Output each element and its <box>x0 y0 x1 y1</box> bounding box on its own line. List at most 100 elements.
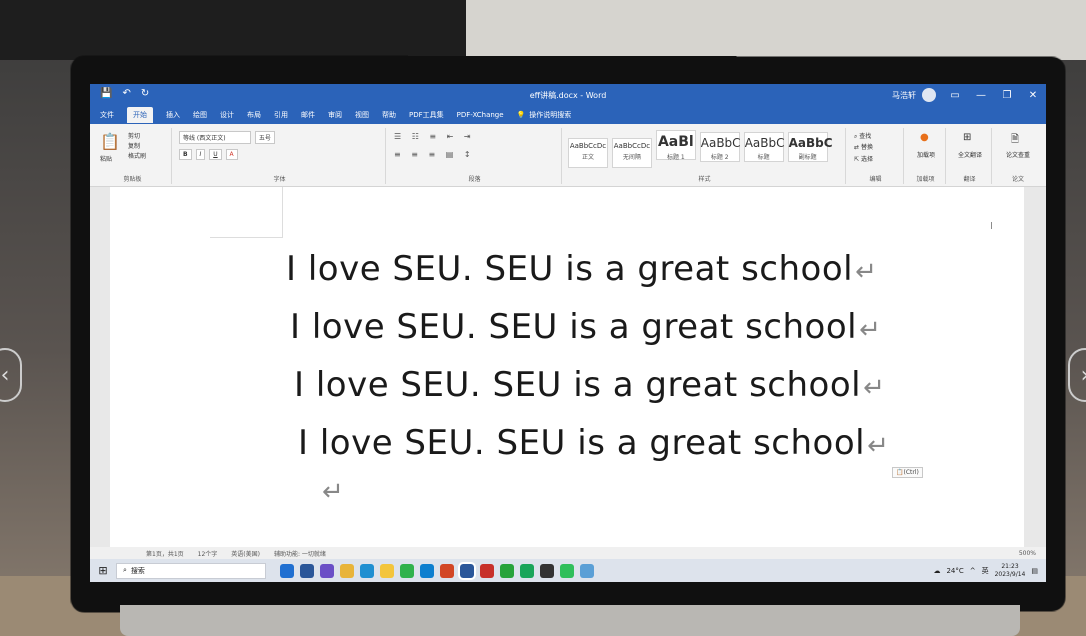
word-count[interactable]: 12个字 <box>198 549 218 558</box>
tab-help[interactable]: 帮助 <box>382 110 396 120</box>
next-arrow-icon[interactable]: › <box>1068 348 1086 402</box>
prev-arrow-icon[interactable]: ‹ <box>0 348 22 402</box>
font-color-icon[interactable]: A <box>225 149 238 160</box>
style-no-spacing[interactable]: AaBbCcDc 无间隔 <box>611 138 652 168</box>
tab-design[interactable]: 设计 <box>220 110 234 120</box>
search-icon: ⌕ <box>123 566 127 574</box>
edge-icon[interactable] <box>360 563 374 578</box>
user-name[interactable]: 马浩轩 <box>892 90 916 101</box>
laptop-base <box>120 605 1020 636</box>
underline-button[interactable]: U <box>209 149 222 160</box>
app-icon[interactable] <box>500 563 514 578</box>
app-icon[interactable] <box>420 563 434 578</box>
document-paragraph[interactable]: I love SEU. SEU is a great school↵ <box>294 365 885 405</box>
wechat-icon[interactable] <box>520 563 534 578</box>
copy-button[interactable]: 复制 <box>128 141 140 150</box>
accessibility-status[interactable]: 辅助功能: 一切就绪 <box>274 549 326 558</box>
tab-view[interactable]: 视图 <box>355 110 369 120</box>
style-heading-2[interactable]: AaBbC 标题 2 <box>699 132 741 162</box>
style-title[interactable]: AaBbC 标题 <box>743 132 784 162</box>
zoom-level[interactable]: 500% <box>1019 550 1036 557</box>
restore-icon[interactable]: ❐ <box>994 84 1020 106</box>
find-button[interactable]: ⌕ 查找 <box>854 131 871 141</box>
minimize-icon[interactable]: — <box>968 84 994 106</box>
bold-button[interactable]: B <box>179 149 192 160</box>
addins-button[interactable]: 加载项 <box>910 150 942 159</box>
document-paragraph[interactable]: I love SEU. SEU is a great school↵ <box>298 423 889 463</box>
settings-icon[interactable] <box>340 563 354 578</box>
italic-button[interactable]: I <box>195 149 206 160</box>
task-view-icon[interactable] <box>280 563 294 578</box>
cut-button[interactable]: 剪切 <box>128 131 140 140</box>
avatar[interactable] <box>922 88 936 102</box>
paste-options-button[interactable]: 📋(Ctrl) <box>892 467 923 478</box>
tab-review[interactable]: 审阅 <box>328 110 342 120</box>
font-label: 字体 <box>273 176 286 183</box>
tab-pdf-xchange[interactable]: PDF-XChange <box>457 111 504 119</box>
system-tray: ☁ 24°C ^ 英 21:23 2023/9/14 ▤ <box>933 563 1038 579</box>
paragraph-group: ☰ ☷ ≡ ⇤ ⇥ ≡ ≡ ≡ ▤ ↕ 段落 <box>388 128 562 184</box>
style-heading-1[interactable]: AaBl 标题 1 <box>655 130 696 161</box>
status-bar: 第1页，共1页 12个字 英语(美国) 辅助功能: 一切就绪 500% <box>90 547 1046 559</box>
language-indicator[interactable]: 英语(美国) <box>231 549 260 558</box>
taskbar-search[interactable]: ⌕ 搜索 <box>116 562 266 579</box>
page-count[interactable]: 第1页，共1页 <box>146 549 184 558</box>
paper-check-button[interactable]: 论文查重 <box>998 150 1038 159</box>
app-icon[interactable] <box>580 563 594 578</box>
search-icon: ⌕ <box>854 133 858 140</box>
tab-home[interactable]: 开始 <box>127 107 153 123</box>
tab-mailings[interactable]: 邮件 <box>301 110 315 120</box>
addins-group: ● 加载项 加载项 <box>906 128 946 184</box>
translate-button[interactable]: 全文翻译 <box>952 150 988 159</box>
taskbar-search-placeholder: 搜索 <box>130 566 145 575</box>
empty-paragraph-mark-icon[interactable]: ↵ <box>322 477 344 507</box>
margin-corner-mark <box>210 187 283 238</box>
folder-icon[interactable] <box>380 563 394 578</box>
word-window: 💾 ↶ ↻ eff讲稿.docx - Word 马浩轩 ▭ — ❐ ✕ 文件 开… <box>90 84 1046 582</box>
paste-button[interactable]: 粘贴 <box>100 154 112 163</box>
clipboard-group: 📋 粘贴 剪切 复制 格式刷 剪贴板 <box>94 128 172 184</box>
font-size-select[interactable]: 五号 <box>254 131 275 144</box>
font-name-select[interactable]: 等线 (西文正文) <box>179 131 251 144</box>
paste-icon[interactable]: 📋 <box>100 132 120 151</box>
close-icon[interactable]: ✕ <box>1020 84 1046 106</box>
tab-layout[interactable]: 布局 <box>247 110 261 120</box>
document-page[interactable]: I I love SEU. SEU is a great school↵ I l… <box>110 187 1024 547</box>
tab-file[interactable]: 文件 <box>100 110 114 120</box>
app-icon[interactable] <box>540 563 554 578</box>
app-icon[interactable] <box>320 563 334 578</box>
document-paragraph[interactable]: I love SEU. SEU is a great school↵ <box>286 249 877 289</box>
ribbon-display-icon[interactable]: ▭ <box>942 84 968 106</box>
tab-pdf-tools[interactable]: PDF工具集 <box>409 110 444 120</box>
notification-icon[interactable]: ▤ <box>1031 567 1038 575</box>
replace-button[interactable]: ⇄ 替换 <box>854 142 873 151</box>
file-explorer-icon[interactable] <box>300 563 314 578</box>
windows-start-icon[interactable]: ⊞ <box>90 564 116 577</box>
document-paragraph[interactable]: I love SEU. SEU is a great school↵ <box>290 307 881 347</box>
tab-insert[interactable]: 插入 <box>166 110 180 120</box>
tab-references[interactable]: 引用 <box>274 110 288 120</box>
weather-icon[interactable]: ☁ <box>933 567 940 575</box>
word-icon[interactable] <box>458 561 476 580</box>
align-icons[interactable]: ≡ ≡ ≡ ▤ ↕ <box>394 150 475 159</box>
style-normal[interactable]: AaBbCcDc 正文 <box>568 138 608 168</box>
chrome-icon[interactable] <box>400 563 414 578</box>
ime-indicator[interactable]: 英 <box>982 566 989 576</box>
chevron-up-icon[interactable]: ^ <box>970 567 976 575</box>
app-icon[interactable] <box>560 563 574 578</box>
style-subtitle[interactable]: AaBbC 副标题 <box>787 132 833 162</box>
format-painter-button[interactable]: 格式刷 <box>128 151 146 160</box>
select-button[interactable]: ⇱ 选择 <box>854 154 873 163</box>
temperature[interactable]: 24°C <box>946 567 963 575</box>
addins-icon[interactable]: ● <box>920 132 929 143</box>
list-icons[interactable]: ☰ ☷ ≡ ⇤ ⇥ <box>394 132 475 141</box>
paper-check-icon[interactable]: 🗎 <box>1011 132 1019 149</box>
clock[interactable]: 21:23 2023/9/14 <box>995 563 1026 579</box>
powerpoint-icon[interactable] <box>440 563 454 578</box>
paragraph-mark-icon: ↵ <box>867 431 890 461</box>
app-icon[interactable] <box>480 563 494 578</box>
tell-me-search[interactable]: 💡 操作说明搜索 <box>517 110 572 120</box>
ribbon-tabs: 文件 开始 插入 绘图 设计 布局 引用 邮件 审阅 视图 帮助 PDF工具集 … <box>90 106 1046 124</box>
translate-icon[interactable]: ⊞ <box>963 132 971 143</box>
tab-draw[interactable]: 绘图 <box>193 110 207 120</box>
